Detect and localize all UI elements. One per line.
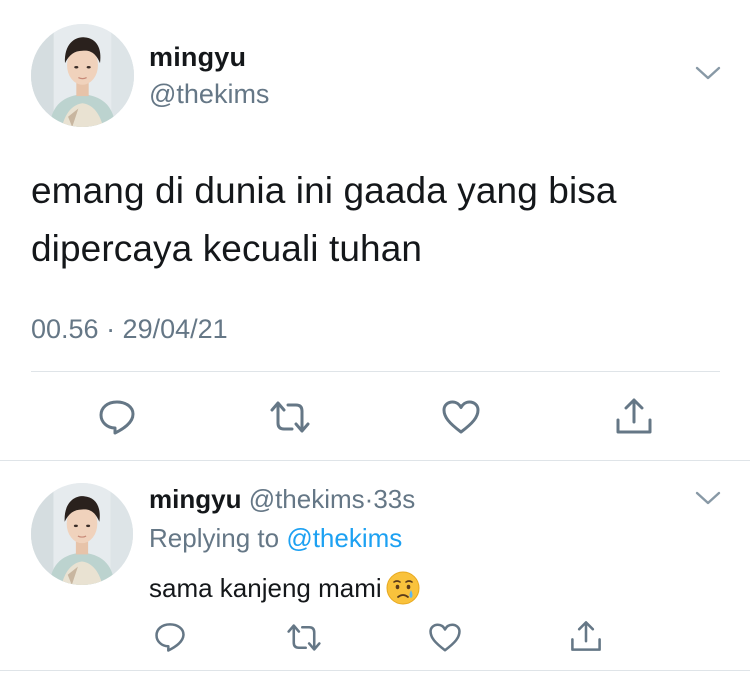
reply-handle[interactable]: @thekims	[249, 484, 365, 514]
share-icon[interactable]	[569, 619, 603, 653]
main-timestamp[interactable]: 00.56 · 29/04/21	[31, 314, 228, 345]
divider	[31, 371, 720, 372]
reply-tweet-text: sama kanjeng mami	[149, 572, 382, 603]
reply-icon[interactable]	[97, 398, 137, 436]
main-tweet-text: emang di dunia ini gaada yang bisa diper…	[31, 170, 617, 269]
reply-header: mingyu @thekims·33s	[149, 484, 415, 515]
reply-time-ago[interactable]: 33s	[373, 484, 415, 514]
replying-to: Replying to @thekims	[149, 523, 402, 554]
chevron-down-icon[interactable]	[694, 487, 722, 509]
retweet-icon[interactable]	[285, 623, 323, 652]
like-icon[interactable]	[441, 399, 481, 435]
reply-tweet-text-row: sama kanjeng mami	[149, 570, 421, 606]
main-avatar[interactable]	[31, 24, 134, 127]
reply-icon[interactable]	[153, 621, 187, 653]
replying-to-handle-link[interactable]: @thekims	[286, 523, 402, 553]
chevron-down-icon[interactable]	[694, 62, 722, 84]
reply-avatar[interactable]	[31, 483, 133, 585]
main-display-name[interactable]: mingyu	[149, 42, 246, 73]
divider	[0, 460, 750, 461]
main-handle[interactable]: @thekims	[149, 79, 269, 110]
retweet-icon[interactable]	[268, 400, 312, 434]
divider	[0, 670, 750, 671]
crying-face-emoji	[385, 570, 421, 606]
profile-photo	[31, 24, 134, 127]
replying-to-label: Replying to	[149, 523, 280, 553]
reply-display-name[interactable]: mingyu	[149, 484, 241, 514]
like-icon[interactable]	[428, 622, 462, 653]
profile-photo	[31, 483, 133, 585]
share-icon[interactable]	[614, 396, 654, 436]
